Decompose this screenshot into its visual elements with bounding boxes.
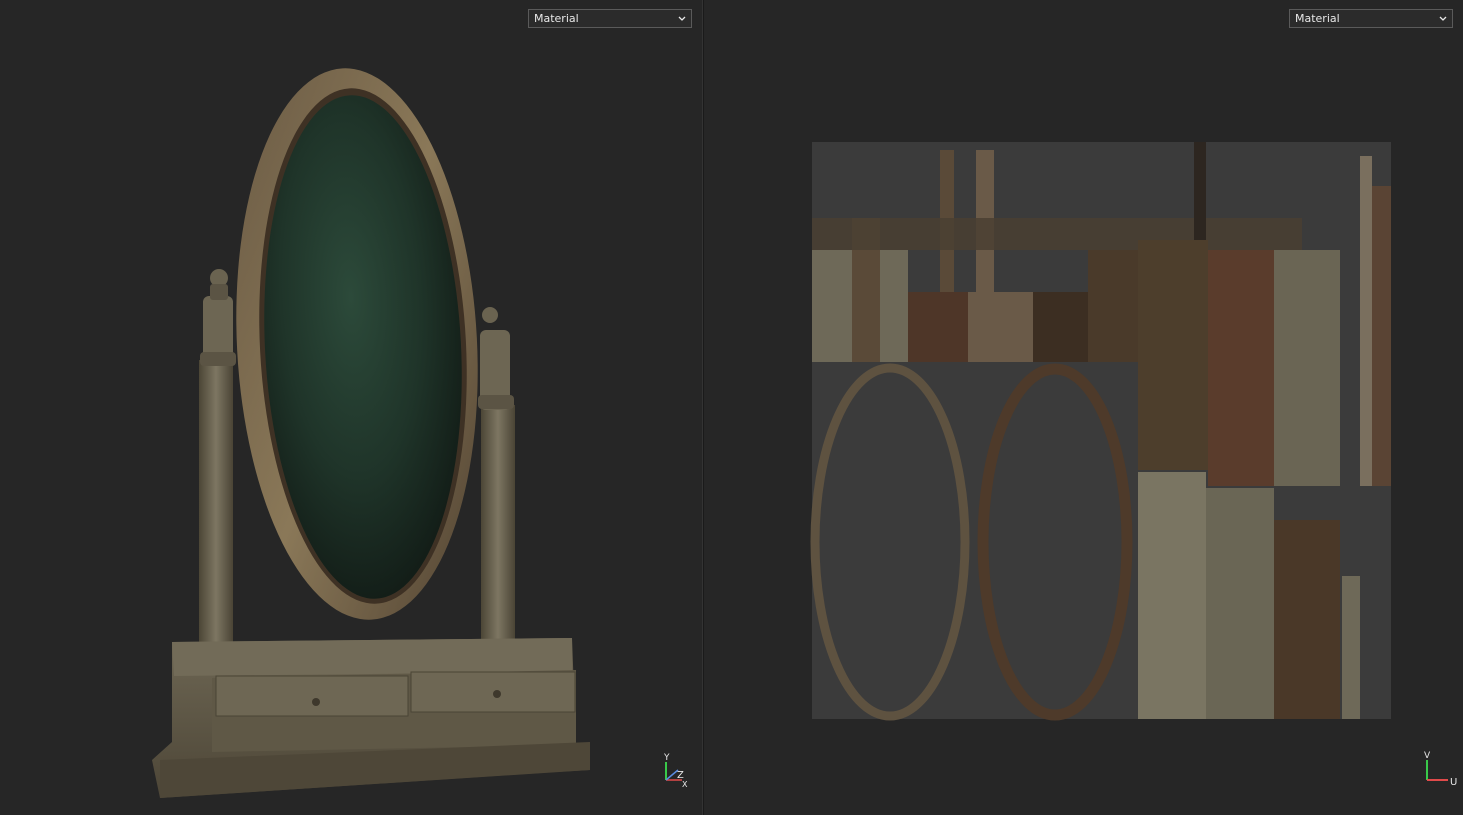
render-mode-value: Material: [534, 12, 579, 25]
dresser-base: [152, 638, 590, 798]
viewport-3d[interactable]: Material Y Z X: [0, 0, 702, 815]
uv-layout: [810, 142, 1391, 721]
axis-label-y: Y: [663, 753, 670, 763]
render-mode-value: Material: [1295, 12, 1340, 25]
axis-label-x: X: [682, 780, 688, 789]
uv-axis-gizmo-icon: V U: [1424, 748, 1460, 788]
render-mode-dropdown[interactable]: Material: [528, 9, 692, 28]
chevron-down-icon: [1439, 16, 1447, 21]
render-mode-dropdown[interactable]: Material: [1289, 9, 1453, 28]
chevron-down-icon: [678, 16, 686, 21]
right-post: [478, 307, 515, 645]
mirror-frame: [236, 68, 478, 620]
axis-label-v: V: [1424, 751, 1431, 761]
mirror-model: [152, 68, 590, 798]
left-post: [199, 269, 236, 645]
axis-label-u: U: [1450, 777, 1457, 788]
axis-gizmo-icon: Y Z X: [660, 750, 692, 790]
viewport-uv[interactable]: Material V U: [704, 0, 1463, 815]
